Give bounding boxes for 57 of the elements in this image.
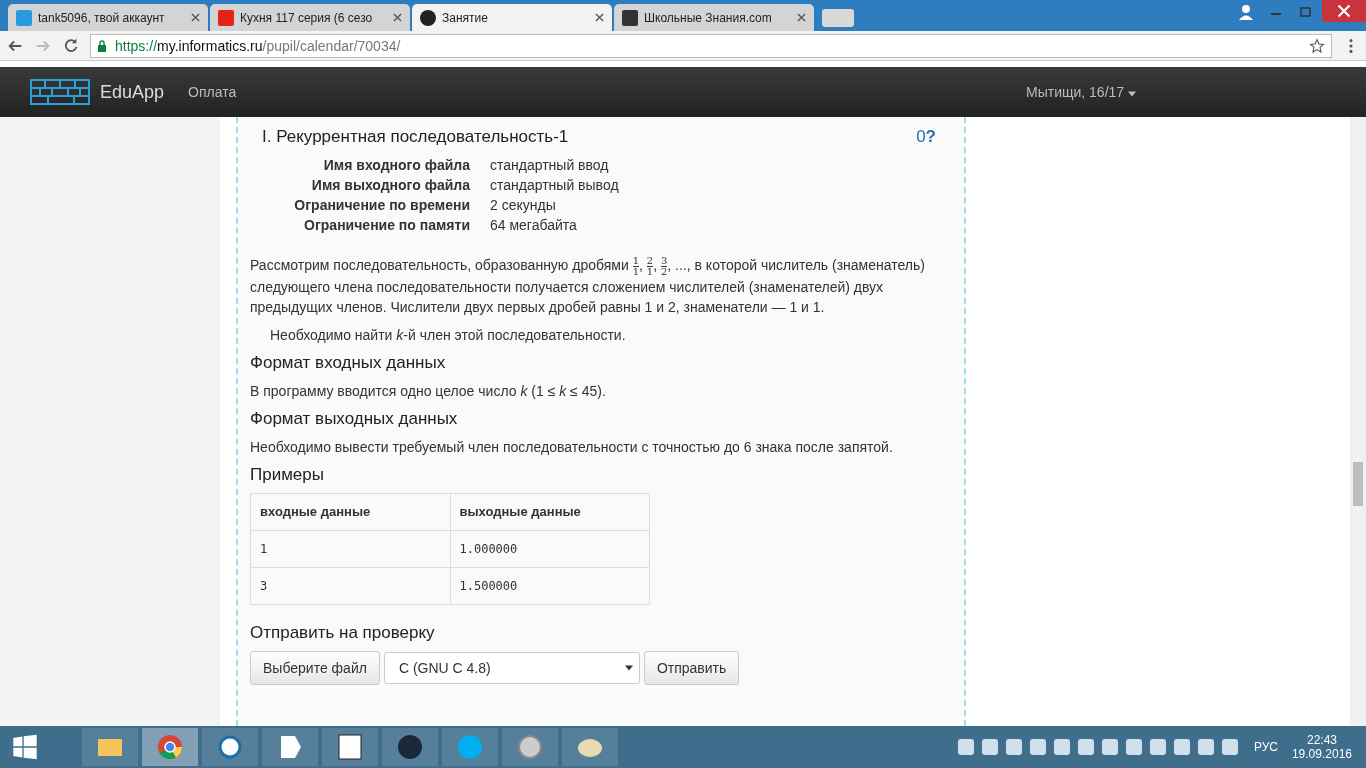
scrollbar[interactable] — [1350, 117, 1366, 726]
column-header: входные данные — [250, 493, 450, 531]
choose-file-button[interactable]: Выберите файл — [250, 650, 380, 685]
language-indicator[interactable]: РУС — [1253, 740, 1278, 754]
favicon-icon — [16, 9, 32, 26]
limit-label: Имя входного файла — [322, 157, 470, 173]
limit-value: стандартный ввод — [490, 157, 610, 173]
language-select[interactable]: C (GNU C 4.8) — [383, 651, 640, 684]
limit-value: 64 мегабайта — [490, 217, 578, 233]
folder-app-icon[interactable] — [82, 728, 138, 766]
favicon-icon — [218, 9, 234, 26]
close-icon[interactable] — [191, 13, 200, 22]
nav-link[interactable]: Оплата — [188, 84, 237, 100]
section-heading: Формат выходных данных — [250, 408, 459, 429]
table-cell: 1.500000 — [450, 567, 650, 605]
limit-label: Имя выходного файла — [310, 177, 470, 193]
brand-link[interactable]: EduApp — [100, 81, 165, 103]
section-heading: Отправить на проверку — [250, 622, 436, 643]
favicon-icon — [622, 9, 638, 26]
address-field[interactable]: https://my.informatics.ru/pupil/calendar/70034/ — [90, 33, 1332, 58]
caret-icon — [624, 664, 633, 671]
score-link[interactable]: 0? — [916, 127, 936, 147]
submit-button[interactable]: Отправить — [643, 650, 740, 685]
task-text: Необходимо найти k-й член этой последовательности. — [269, 325, 627, 345]
limit-value: стандартный вывод — [490, 177, 620, 193]
keyboard-logo-icon[interactable] — [30, 79, 90, 105]
limit-value: 2 секунды — [490, 197, 557, 213]
browser-tab[interactable]: Занятие — [412, 4, 612, 31]
section-heading: Формат входных данных — [250, 352, 447, 373]
section-text: В программу вводится одно целое число k (1 ≤ k ≤ 45). — [250, 381, 607, 401]
limit-label: Ограничение по памяти — [303, 217, 470, 233]
close-icon[interactable] — [595, 13, 604, 22]
close-icon[interactable] — [1322, 0, 1366, 22]
section-heading: Примеры — [250, 464, 325, 485]
browser-tab[interactable]: tank5096, твой аккаунт — [8, 4, 208, 31]
favicon-icon — [420, 9, 436, 26]
lock-icon — [97, 39, 107, 52]
reload-icon[interactable] — [62, 36, 80, 55]
problem-title: I. Рекуррентная последовательность-1 — [262, 127, 570, 147]
section-text: Необходимо вывести требуемый член последовательности с точностью до 6 знака после запятой. — [250, 437, 894, 457]
chrome-app-icon[interactable] — [142, 728, 198, 766]
clock-date: 19.09.2016 — [1291, 747, 1352, 761]
bookmark-star-icon[interactable] — [1309, 37, 1325, 54]
browser-tab[interactable]: Кухня 117 серия (6 сезо — [210, 4, 410, 31]
clock-time: 22:43 — [1306, 733, 1337, 747]
browser-tab[interactable]: Школьные Знания.com — [614, 4, 814, 31]
close-icon[interactable] — [393, 13, 402, 22]
column-header: выходные данные — [450, 493, 650, 531]
table-cell: 1.000000 — [450, 530, 650, 568]
windows-logo-icon[interactable] — [12, 734, 38, 760]
close-icon[interactable] — [797, 13, 806, 22]
limit-label: Ограничение по времени — [293, 197, 470, 213]
caret-icon — [1128, 91, 1136, 97]
user-menu[interactable]: Мытищи, 16/17 — [1026, 84, 1136, 100]
scrollbar-thumb[interactable] — [1353, 462, 1363, 506]
table-cell: 3 — [250, 567, 450, 605]
table-cell: 1 — [250, 530, 450, 568]
